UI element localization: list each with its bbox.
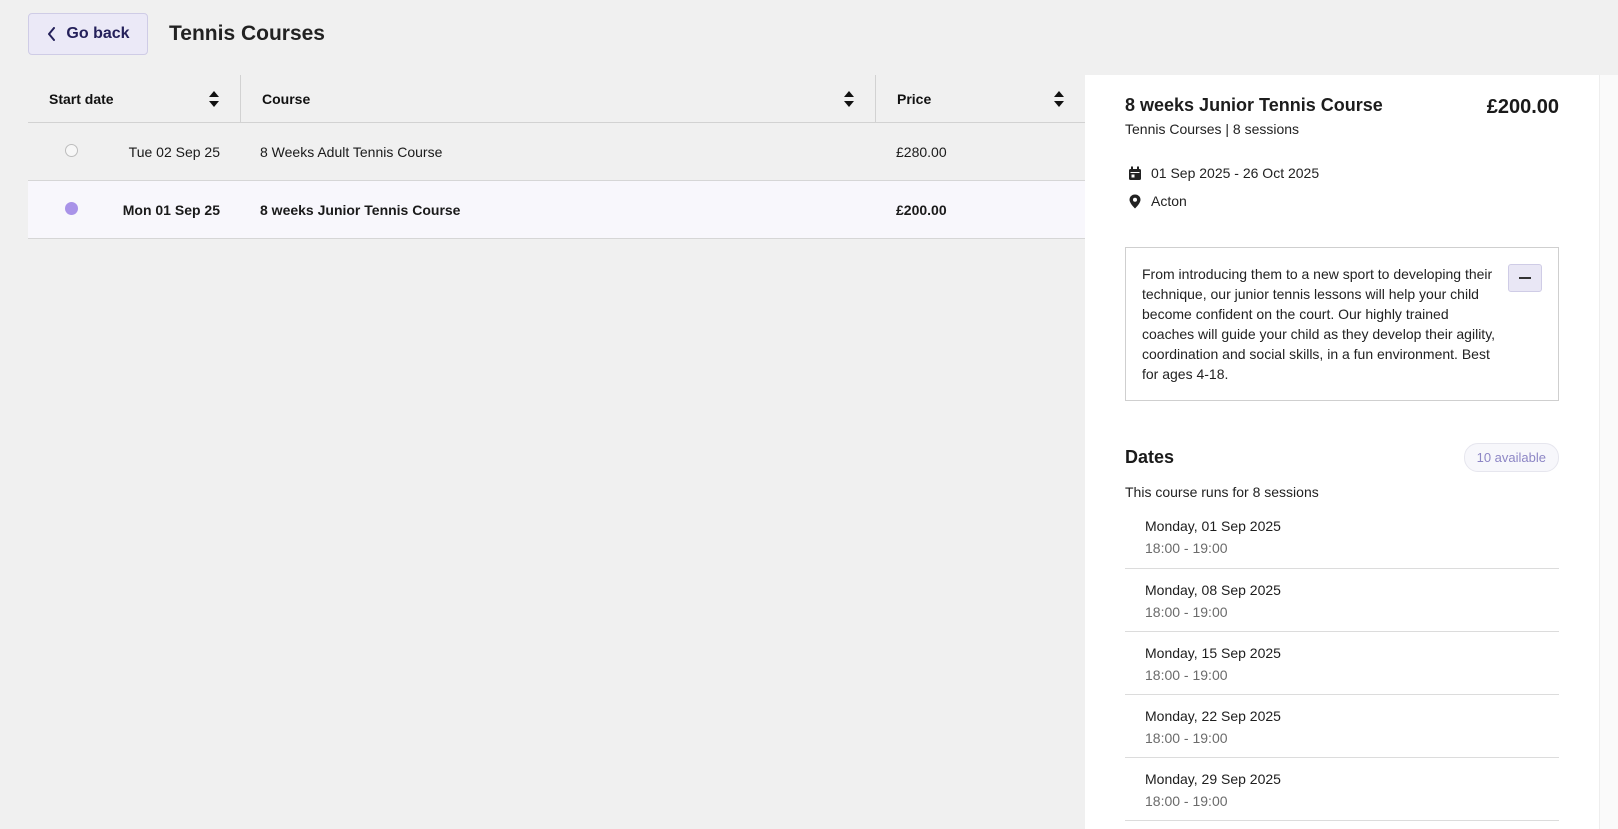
courses-table: Start date Course Price Tue 02 Sep 25 8 …: [28, 75, 1085, 239]
chevron-left-icon: [48, 27, 56, 41]
course-name: 8 Weeks Adult Tennis Course: [260, 143, 443, 160]
row-radio[interactable]: [65, 144, 78, 157]
sessions-list: Monday, 01 Sep 2025 18:00 - 19:00 Monday…: [1125, 506, 1559, 821]
list-item: Monday, 01 Sep 2025 18:00 - 19:00: [1125, 506, 1559, 569]
page-title: Tennis Courses: [169, 22, 325, 45]
list-item: Monday, 29 Sep 2025 18:00 - 19:00: [1125, 758, 1559, 821]
detail-subtitle: Tennis Courses | 8 sessions: [1125, 121, 1300, 137]
sort-icon[interactable]: [208, 90, 220, 108]
session-time: 18:00 - 19:00: [1145, 793, 1228, 809]
session-time: 18:00 - 19:00: [1145, 667, 1228, 683]
detail-title: 8 weeks Junior Tennis Course: [1125, 95, 1383, 115]
minus-icon: [1519, 277, 1531, 279]
column-header-price[interactable]: Price: [875, 75, 1085, 122]
column-header-label: Course: [262, 90, 311, 107]
detail-meta: 01 Sep 2025 - 26 Oct 2025 Acton: [1125, 159, 1559, 215]
location-row: Acton: [1125, 187, 1559, 215]
panel-scrollbar[interactable]: [1599, 75, 1618, 829]
table-row[interactable]: Mon 01 Sep 25 8 weeks Junior Tennis Cour…: [28, 181, 1085, 239]
detail-header: 8 weeks Junior Tennis Course Tennis Cour…: [1125, 95, 1559, 137]
session-time: 18:00 - 19:00: [1145, 540, 1228, 556]
go-back-button[interactable]: Go back: [28, 13, 148, 55]
start-date: Tue 02 Sep 25: [128, 143, 220, 160]
detail-price: £200.00: [1486, 96, 1559, 118]
sort-icon[interactable]: [1053, 90, 1065, 108]
sessions-summary: This course runs for 8 sessions: [1125, 484, 1319, 500]
start-date-cell: Tue 02 Sep 25: [28, 123, 240, 180]
row-radio[interactable]: [65, 202, 78, 215]
start-date: Mon 01 Sep 25: [122, 201, 220, 218]
session-date: Monday, 22 Sep 2025: [1145, 708, 1281, 724]
column-header-course[interactable]: Course: [240, 75, 875, 122]
session-date: Monday, 08 Sep 2025: [1145, 582, 1281, 598]
column-header-label: Start date: [49, 90, 114, 107]
table-row[interactable]: Tue 02 Sep 25 8 Weeks Adult Tennis Cours…: [28, 123, 1085, 181]
column-header-start-date[interactable]: Start date: [28, 75, 240, 122]
session-date: Monday, 01 Sep 2025: [1145, 518, 1281, 534]
collapse-description-button[interactable]: [1508, 264, 1542, 292]
sort-icon[interactable]: [843, 90, 855, 108]
list-item: Monday, 22 Sep 2025 18:00 - 19:00: [1125, 695, 1559, 758]
list-item: Monday, 08 Sep 2025 18:00 - 19:00: [1125, 569, 1559, 632]
location-pin-icon: [1129, 194, 1141, 208]
description-box: From introducing them to a new sport to …: [1125, 247, 1559, 401]
session-time: 18:00 - 19:00: [1145, 604, 1228, 620]
course-description: From introducing them to a new sport to …: [1142, 266, 1496, 382]
calendar-icon: [1129, 166, 1141, 180]
course-detail-panel: 8 weeks Junior Tennis Course Tennis Cour…: [1085, 75, 1599, 829]
location: Acton: [1151, 193, 1187, 209]
start-date-cell: Mon 01 Sep 25: [28, 181, 240, 238]
date-range-row: 01 Sep 2025 - 26 Oct 2025: [1125, 159, 1559, 187]
list-item: Monday, 15 Sep 2025 18:00 - 19:00: [1125, 632, 1559, 695]
course-price: £280.00: [896, 143, 947, 160]
table-header: Start date Course Price: [28, 75, 1085, 123]
go-back-label: Go back: [66, 25, 130, 42]
dates-header: Dates 10 available: [1125, 443, 1559, 472]
date-range: 01 Sep 2025 - 26 Oct 2025: [1151, 165, 1320, 181]
course-name: 8 weeks Junior Tennis Course: [260, 201, 461, 218]
session-date: Monday, 15 Sep 2025: [1145, 645, 1281, 661]
top-bar: Go back Tennis Courses: [28, 13, 325, 55]
availability-badge: 10 available: [1463, 443, 1559, 472]
course-price: £200.00: [896, 201, 947, 218]
dates-heading: Dates: [1125, 447, 1175, 467]
column-header-label: Price: [897, 90, 932, 107]
session-date: Monday, 29 Sep 2025: [1145, 771, 1281, 787]
session-time: 18:00 - 19:00: [1145, 730, 1228, 746]
